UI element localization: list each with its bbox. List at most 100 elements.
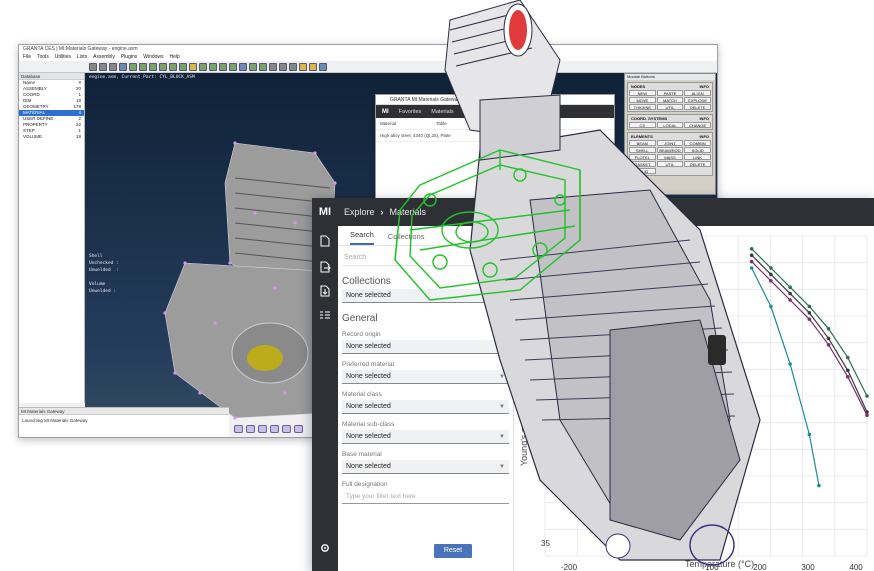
- toolbar-button[interactable]: [269, 62, 277, 71]
- chart-grid: [544, 235, 868, 557]
- toolbar-button[interactable]: [259, 62, 267, 71]
- data-point: [788, 298, 792, 302]
- toolbar-button[interactable]: [139, 62, 147, 71]
- data-point: [826, 336, 831, 341]
- menu-utilities[interactable]: Utilities: [55, 53, 71, 61]
- full-designation-input[interactable]: Type your filter text here: [342, 490, 509, 504]
- module-button[interactable]: MATCH: [656, 97, 684, 103]
- toolbar-button[interactable]: [209, 62, 217, 71]
- toolbar-button[interactable]: [129, 62, 137, 71]
- info-button[interactable]: INFO: [699, 116, 709, 121]
- preferred-material-select[interactable]: None selected ▼: [342, 370, 509, 384]
- material-class-select[interactable]: None selected ▼: [342, 400, 509, 414]
- view-icon[interactable]: [270, 425, 279, 433]
- module-button[interactable]: SOLID: [629, 168, 656, 174]
- module-button[interactable]: BEAM/ROD: [656, 147, 684, 153]
- info-button[interactable]: INFO: [699, 84, 709, 89]
- toolbar-button[interactable]: [179, 62, 187, 71]
- module-button[interactable]: CHANGE: [684, 122, 711, 128]
- toolbar-button[interactable]: [229, 62, 237, 71]
- module-button[interactable]: SOLID: [684, 147, 711, 153]
- module-button[interactable]: DELETE: [684, 161, 711, 167]
- menu-tools[interactable]: Tools: [37, 53, 49, 61]
- menu-lists[interactable]: Lists: [77, 53, 87, 61]
- module-button[interactable]: UTIL: [656, 161, 684, 167]
- field-label: Record origin: [342, 331, 381, 338]
- field-label: Preferred material: [342, 361, 395, 368]
- module-button[interactable]: PASTE: [656, 90, 684, 96]
- module-button[interactable]: NEW: [629, 90, 656, 96]
- view-icon[interactable]: [258, 425, 267, 433]
- select-value: None selected: [346, 373, 391, 380]
- toolbar-button[interactable]: [149, 62, 157, 71]
- favorites-tab[interactable]: Favorites: [399, 109, 422, 115]
- material-subclass-select[interactable]: None selected ▼: [342, 430, 509, 444]
- module-button[interactable]: DELETE: [684, 104, 711, 110]
- collections-select[interactable]: None selected: [342, 289, 509, 303]
- module-button[interactable]: MASS: [656, 154, 684, 160]
- toolbar-button[interactable]: [219, 62, 227, 71]
- tree-row[interactable]: VOLUME 18: [19, 134, 84, 140]
- menu-file[interactable]: File: [23, 53, 31, 61]
- toolbar-button[interactable]: [279, 62, 287, 71]
- breadcrumb-materials[interactable]: Materials: [390, 207, 427, 217]
- menu-plugins[interactable]: Plugins: [121, 53, 137, 61]
- base-material-select[interactable]: None selected ▼: [342, 460, 509, 474]
- search-input[interactable]: Search: [342, 250, 509, 266]
- list-filter-icon[interactable]: [319, 308, 331, 320]
- menu-assembly[interactable]: Assembly: [93, 53, 115, 61]
- reset-button[interactable]: Reset: [434, 544, 472, 558]
- toolbar-button[interactable]: [299, 62, 307, 71]
- module-button[interactable]: EXPLODE: [684, 97, 711, 103]
- module-button[interactable]: LOCAL: [656, 122, 684, 128]
- module-button[interactable]: BEAM: [629, 140, 656, 146]
- view-icon[interactable]: [246, 425, 255, 433]
- mi-logo[interactable]: MI: [312, 206, 338, 218]
- toolbar-button[interactable]: [309, 62, 317, 71]
- console-tab[interactable]: MI:Materials Gateway: [19, 408, 229, 415]
- breadcrumb-explore[interactable]: Explore: [344, 207, 375, 217]
- gateway-data-row[interactable]: High alloy steel, 4340 (Ql.25), Plate De…: [376, 130, 614, 142]
- toolbar-button[interactable]: [89, 62, 97, 71]
- toolbar-button[interactable]: [239, 62, 247, 71]
- toolbar-button[interactable]: [169, 62, 177, 71]
- module-button[interactable]: THICKNE: [629, 104, 656, 110]
- module-button[interactable]: CS: [629, 122, 656, 128]
- module-button[interactable]: SHELL: [629, 147, 656, 153]
- module-button[interactable]: LINK: [684, 154, 711, 160]
- toolbar-button[interactable]: [159, 62, 167, 71]
- tab-collections[interactable]: Collections: [388, 232, 425, 245]
- toolbar-button[interactable]: [189, 62, 197, 71]
- mi-logo: MI: [382, 108, 389, 115]
- toolbar-button[interactable]: [319, 62, 327, 71]
- module-button[interactable]: JOINT: [656, 140, 684, 146]
- toolbar-button[interactable]: [99, 62, 107, 71]
- module-buttons-panel: Module Buttons NODES INFO NEW PASTE ALIGN…: [624, 73, 716, 195]
- toolbar-button[interactable]: [119, 62, 127, 71]
- toolbar-button[interactable]: [289, 62, 297, 71]
- document-icon[interactable]: [319, 234, 331, 247]
- view-icon[interactable]: [294, 425, 303, 433]
- settings-icon[interactable]: [319, 541, 331, 553]
- module-button[interactable]: MOVE: [629, 97, 656, 103]
- import-icon[interactable]: [319, 284, 331, 297]
- data-point: [788, 291, 792, 296]
- menu-windows[interactable]: Windows: [143, 53, 163, 61]
- module-button[interactable]: PLOTEL: [629, 154, 656, 160]
- export-icon[interactable]: [319, 260, 331, 273]
- module-button[interactable]: COMBIN: [684, 140, 711, 146]
- toolbar-button[interactable]: [199, 62, 207, 71]
- toolbar-button[interactable]: [109, 62, 117, 71]
- view-icon[interactable]: [234, 425, 243, 433]
- materials-tab[interactable]: Materials: [431, 109, 453, 115]
- toolbar-button[interactable]: [249, 62, 257, 71]
- view-icon[interactable]: [282, 425, 291, 433]
- module-button[interactable]: UTIL: [656, 104, 684, 110]
- module-button[interactable]: GASKET: [629, 161, 656, 167]
- module-button[interactable]: ALIGN: [684, 90, 711, 96]
- info-button[interactable]: INFO: [699, 134, 709, 139]
- console-line: Launching MI:Materials Gateway: [22, 418, 88, 423]
- tab-search[interactable]: Search: [350, 230, 374, 245]
- menu-help[interactable]: Help: [170, 53, 180, 61]
- record-origin-select[interactable]: None selected ▼: [342, 340, 509, 354]
